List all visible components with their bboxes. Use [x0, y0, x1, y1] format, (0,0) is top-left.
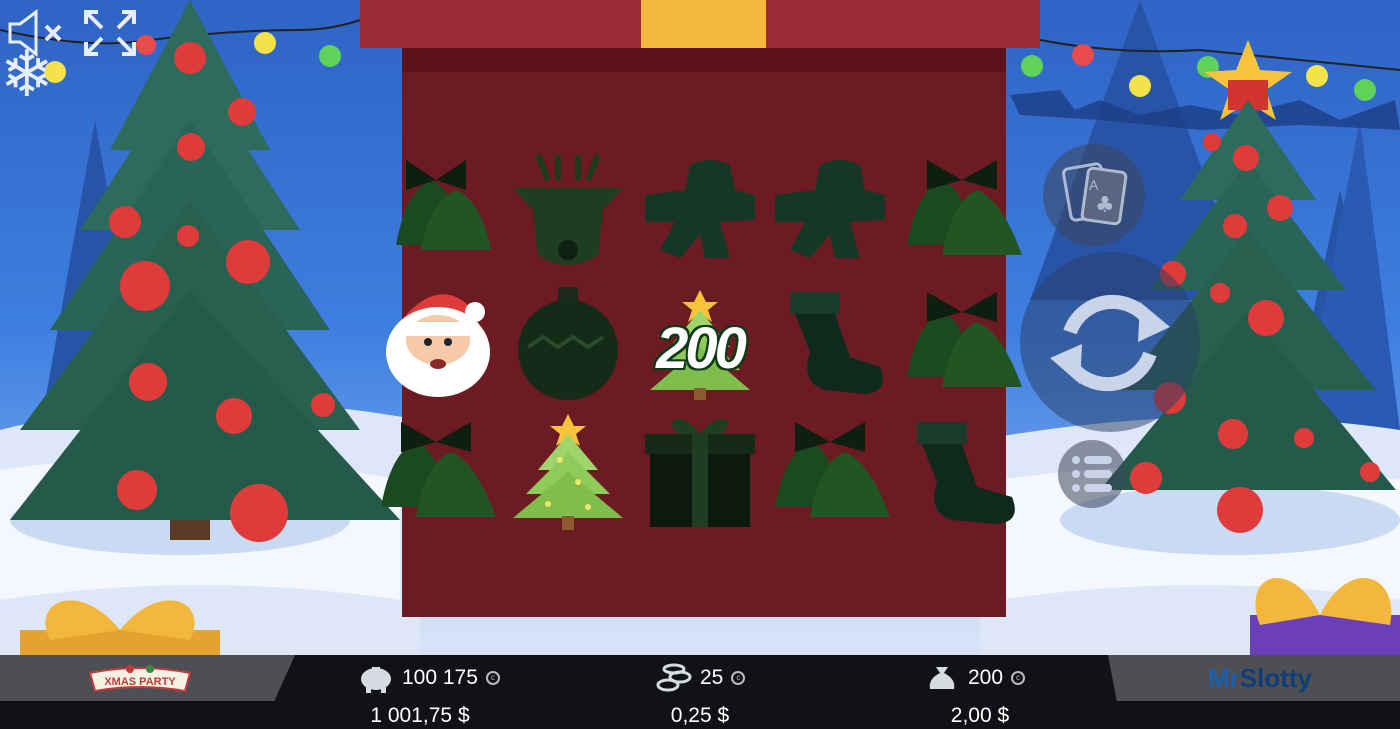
win-credits: 200 — [968, 666, 1004, 689]
symbol-stocking — [770, 282, 890, 402]
cards-icon: A ♣ — [1062, 162, 1128, 226]
gamble-button[interactable]: A ♣ — [1043, 144, 1145, 246]
symbol-bells — [376, 412, 496, 532]
gift-right — [1250, 577, 1400, 655]
coin-icon: c — [485, 671, 500, 685]
svg-text:A: A — [1089, 177, 1099, 193]
fullscreen-icon — [84, 10, 136, 56]
symbol-gingerbread — [640, 150, 760, 270]
fullscreen-button[interactable] — [82, 8, 138, 58]
spin-button[interactable] — [1020, 252, 1200, 432]
balance-money: 1 001,75 $ — [370, 704, 470, 727]
menu-icon — [1072, 456, 1112, 492]
balance-credits: 100 175 — [402, 666, 478, 689]
money-bag-icon — [929, 667, 955, 689]
brand-slotty: Slotty — [1239, 663, 1312, 693]
bet-credits-group[interactable]: 25 c — [656, 655, 746, 701]
brand-mr: Mr — [1207, 663, 1240, 693]
coin-icon: c — [731, 671, 746, 685]
symbol-gingerbread — [770, 150, 890, 270]
gift-box-ribbon — [641, 0, 766, 48]
bet-money: 0,25 $ — [670, 704, 730, 727]
symbol-stocking — [902, 412, 1022, 532]
win-amount-label: 200 — [656, 316, 747, 381]
menu-button[interactable] — [1058, 440, 1126, 508]
symbol-tree — [508, 412, 628, 532]
symbol-reindeer — [508, 150, 628, 270]
mute-button[interactable] — [6, 8, 66, 58]
coin-icon: c — [1011, 671, 1026, 685]
bet-credits: 25 — [700, 666, 724, 689]
symbol-bells — [376, 150, 496, 270]
piggy-bank-icon — [361, 667, 391, 693]
symbol-bells — [902, 282, 1022, 402]
win-credits-group: 200 c — [924, 655, 1026, 701]
brand-logo: MrSlotty — [1170, 660, 1350, 696]
symbol-santa — [380, 282, 500, 402]
svg-text:♣: ♣ — [1095, 193, 1115, 218]
symbol-gift — [640, 412, 760, 532]
win-money: 2,00 $ — [950, 704, 1010, 727]
symbol-bells — [770, 412, 890, 532]
balance-credits-group: 100 175 c — [358, 655, 500, 701]
symbol-ornament — [508, 282, 628, 402]
symbol-bells — [902, 150, 1022, 270]
game-logo: XMAS PARTY — [85, 661, 195, 695]
gift-left — [20, 600, 220, 660]
left-christmas-tree — [10, 0, 400, 542]
chips-icon — [656, 663, 692, 692]
spin-icon — [1050, 294, 1170, 392]
game-logo-text: XMAS PARTY — [104, 676, 176, 688]
speaker-muted-icon — [8, 9, 62, 57]
gift-box-lid-shadow — [402, 48, 1006, 72]
